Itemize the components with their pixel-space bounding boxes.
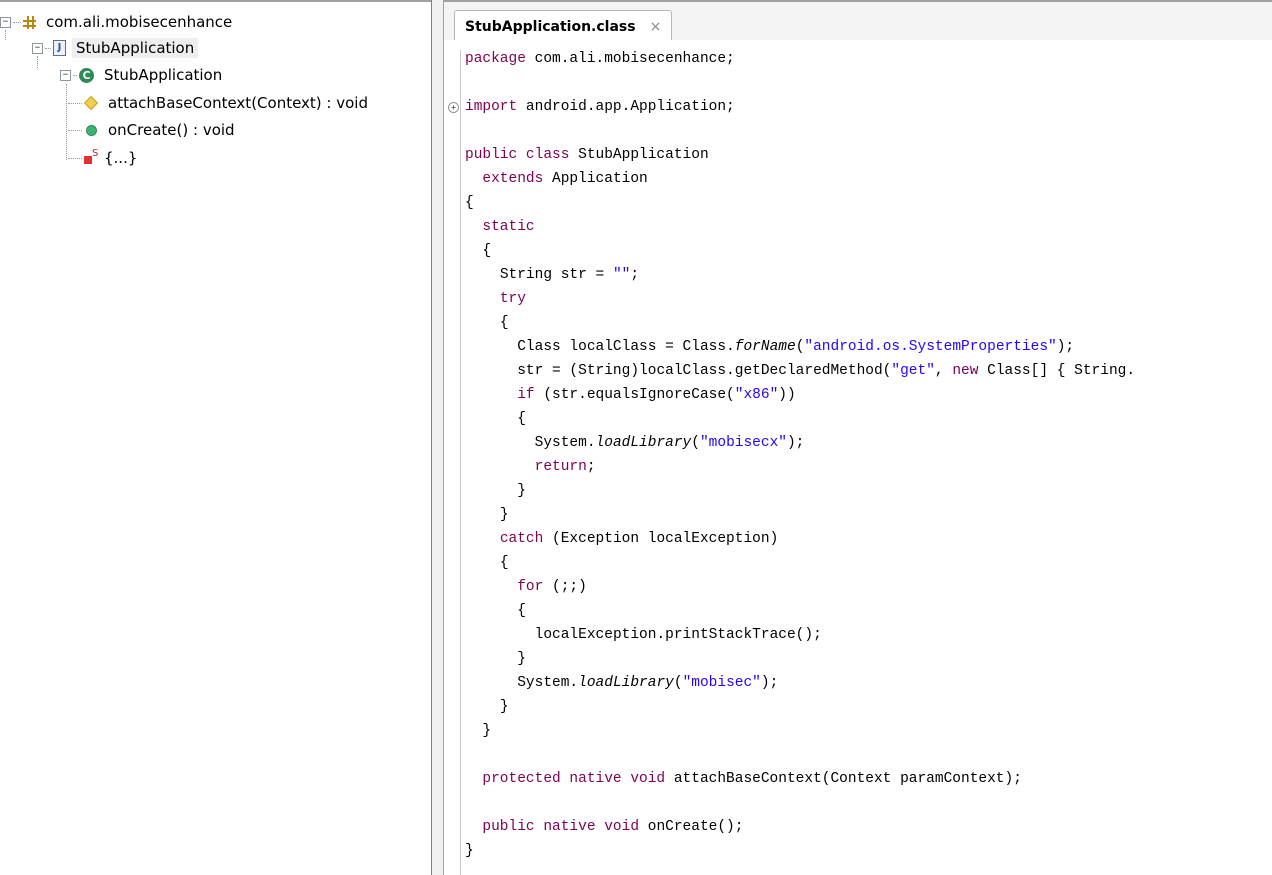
file-label: StubApplication — [72, 38, 199, 58]
tree-connector — [68, 157, 82, 159]
tree-connector — [13, 21, 21, 23]
code-line: static — [482, 219, 535, 235]
tree-node-method[interactable]: onCreate() : void — [66, 118, 239, 142]
protected-method-icon — [83, 95, 99, 111]
code-line: import android.app.Application; — [465, 99, 735, 115]
class-label: StubApplication — [104, 66, 223, 84]
tree-connector — [68, 129, 82, 131]
gutter-border — [460, 50, 461, 875]
tree-connector — [68, 102, 82, 104]
code-line: System.loadLibrary("mobisec"); — [517, 675, 779, 691]
public-method-icon — [86, 124, 97, 136]
code-line: for (;;) — [517, 579, 587, 595]
static-initializer-icon: S — [84, 148, 98, 164]
package-icon — [23, 15, 36, 29]
code-line: { — [499, 555, 509, 571]
expand-icon[interactable]: + — [448, 102, 459, 113]
code-line: String str = ""; — [499, 267, 640, 283]
tree-node-static-block[interactable]: S {...} — [66, 146, 141, 170]
code-line: { — [499, 315, 509, 331]
tab-bar: StubApplication.class × — [444, 0, 1272, 42]
member-label: onCreate() : void — [108, 121, 235, 139]
outline-tree: − com.ali.mobisecenhance − J StubApplica… — [0, 0, 431, 875]
code-line: { — [517, 411, 526, 427]
class-icon: C — [79, 67, 94, 83]
tree-node-package[interactable]: − com.ali.mobisecenhance — [0, 10, 236, 34]
code-line: } — [517, 483, 526, 499]
code-line: try — [499, 291, 526, 307]
code-editor: StubApplication.class × + package com.al… — [444, 0, 1272, 875]
code-line: protected native void attachBaseContext(… — [482, 771, 1022, 787]
code-line: System.loadLibrary("mobisecx"); — [534, 435, 805, 451]
close-icon[interactable]: × — [650, 19, 662, 35]
code-view[interactable]: + package com.ali.mobisecenhance; import… — [444, 40, 1272, 875]
tree-node-file[interactable]: − J StubApplication — [32, 36, 199, 60]
code-line: str = (String)localClass.getDeclaredMeth… — [517, 363, 1136, 379]
collapse-toggle[interactable]: − — [60, 69, 71, 81]
collapse-toggle[interactable]: − — [32, 42, 43, 54]
java-file-icon: J — [53, 40, 66, 56]
tree-node-method[interactable]: attachBaseContext(Context) : void — [66, 91, 372, 115]
tree-node-class[interactable]: − C StubApplication — [60, 63, 226, 87]
code-line: return; — [534, 459, 596, 475]
code-line: localException.printStackTrace(); — [534, 627, 822, 643]
code-line: Class localClass = Class.forName("androi… — [517, 339, 1075, 355]
tab-stubapplication-class[interactable]: StubApplication.class × — [454, 10, 673, 42]
member-label: {...} — [104, 149, 138, 167]
member-label: attachBaseContext(Context) : void — [108, 94, 368, 112]
code-line: extends Application — [482, 171, 648, 187]
collapse-toggle[interactable]: − — [0, 16, 11, 28]
tab-label: StubApplication.class — [465, 18, 636, 35]
code-line: public native void onCreate(); — [482, 819, 744, 835]
code-line: { — [465, 195, 474, 211]
tree-connector — [73, 74, 77, 76]
code-line: { — [517, 603, 526, 619]
code-line: package com.ali.mobisecenhance; — [465, 51, 735, 67]
code-line: } — [482, 723, 492, 739]
package-label: com.ali.mobisecenhance — [46, 13, 233, 31]
code-line: } — [465, 843, 474, 859]
tree-connector — [45, 47, 51, 49]
code-line: catch (Exception localException) — [499, 531, 779, 547]
code-line: if (str.equalsIgnoreCase("x86")) — [517, 387, 796, 403]
code-line: { — [482, 243, 492, 259]
panel-splitter[interactable] — [431, 0, 444, 875]
code-line: public class StubApplication — [465, 147, 709, 163]
code-line: } — [499, 507, 509, 523]
code-line: } — [517, 651, 526, 667]
code-line: } — [499, 699, 509, 715]
